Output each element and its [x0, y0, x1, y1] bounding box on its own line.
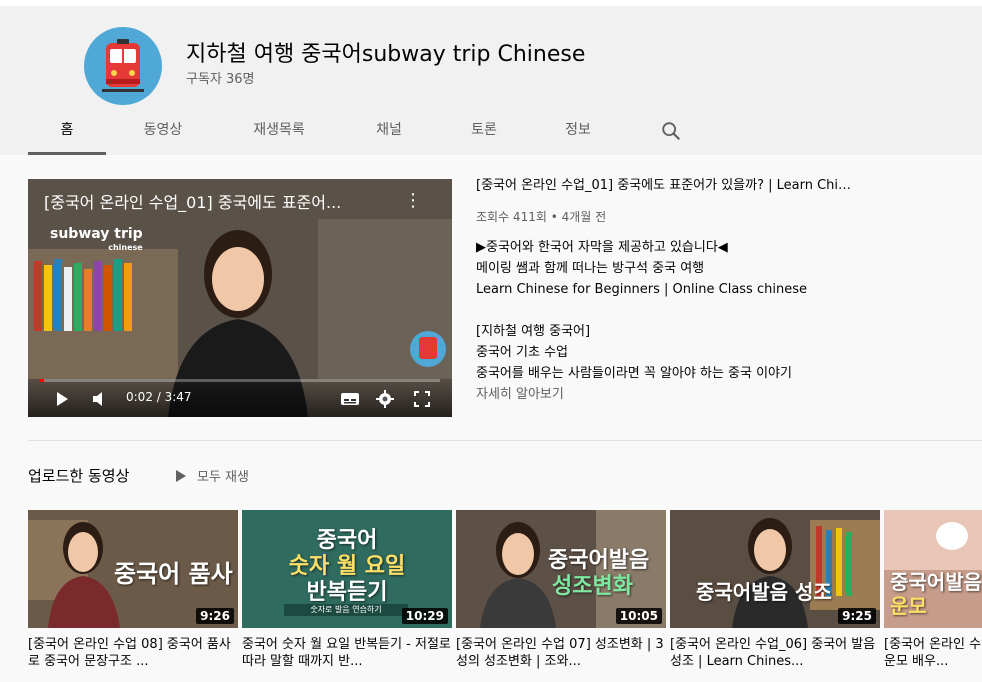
- tab-playlists[interactable]: 재생목록: [238, 106, 320, 155]
- read-more-link[interactable]: 자세히 알아보기: [476, 384, 896, 405]
- video-card[interactable]: 중국어발음 운모 [중국어 온라인 수업 05] 중국어 발음 운모 배우...: [884, 510, 982, 670]
- video-thumbnail[interactable]: 중국어발음 성조 9:25: [670, 510, 880, 628]
- duration-badge: 10:05: [615, 608, 662, 624]
- description-line: ▶중국어와 한국어 자막을 제공하고 있습니다◀: [476, 240, 728, 255]
- play-icon[interactable]: [54, 391, 70, 407]
- channel-avatar[interactable]: [84, 27, 162, 105]
- play-all-label: 모두 재생: [197, 470, 249, 485]
- video-title[interactable]: [중국어 온라인 수업 08] 중국어 품사로 중국어 문장구조 ...: [28, 636, 238, 670]
- tab-home[interactable]: 홈: [28, 106, 106, 155]
- video-title[interactable]: [중국어 온라인 수업 07] 성조변화 | 3성의 성조변화 | 조와...: [456, 636, 666, 670]
- thumbnail-caption: 중국어발음 성조: [696, 580, 832, 604]
- description-line: 중국어를 배우는 사람들이라면 꼭 알아야 하는 중국 이야기: [476, 366, 792, 381]
- thumbnail-subcaption: 숫자로 발음 연습하기: [284, 604, 408, 616]
- fullscreen-icon[interactable]: [414, 391, 430, 407]
- thumbnail-caption: 반복듣기: [306, 580, 388, 605]
- featured-description: [중국어 온라인 수업_01] 중국에도 표준어가 있을까? | Learn C…: [476, 177, 896, 405]
- subtitles-icon[interactable]: [340, 391, 360, 407]
- video-title[interactable]: [중국어 온라인 수업_06] 중국어 발음 성조 | Learn Chines…: [670, 636, 880, 670]
- video-thumbnail[interactable]: 중국어 품사 9:26: [28, 510, 238, 628]
- player-title: [중국어 온라인 수업_01] 중국에도 표준어...: [44, 193, 342, 212]
- train-icon: [84, 27, 162, 105]
- description-line: [지하철 여행 중국어]: [476, 324, 591, 339]
- tab-videos[interactable]: 동영상: [122, 106, 204, 155]
- description-line: 메이링 쌤과 함께 떠나는 방구석 중국 여행: [476, 261, 705, 276]
- tab-discussion[interactable]: 토론: [454, 106, 514, 155]
- channel-watermark: subway trip chinese: [50, 226, 143, 252]
- description-line: [476, 300, 896, 321]
- tab-channels[interactable]: 채널: [358, 106, 420, 155]
- thumbnail-caption: 중국어 품사: [114, 560, 233, 588]
- progress-fill: [40, 379, 44, 382]
- more-vert-icon[interactable]: ⋮: [404, 189, 422, 213]
- play-all-button[interactable]: 모두 재생: [175, 466, 249, 485]
- description-line: 중국어 기초 수업: [476, 345, 568, 360]
- video-card[interactable]: 중국어 숫자 월 요일 반복듣기 숫자로 발음 연습하기 10:29 중국어 숫…: [242, 510, 452, 670]
- section-divider: [28, 440, 982, 441]
- channel-tabs: 홈 동영상 재생목록 채널 토론 정보: [28, 106, 728, 155]
- subscriber-count: 구독자 36명: [186, 72, 255, 87]
- video-thumbnail[interactable]: 중국어 숫자 월 요일 반복듣기 숫자로 발음 연습하기 10:29: [242, 510, 452, 628]
- duration-badge: 9:25: [838, 608, 876, 624]
- video-card[interactable]: 중국어발음 성조 9:25 [중국어 온라인 수업_06] 중국어 발음 성조 …: [670, 510, 880, 670]
- video-card[interactable]: 중국어 품사 9:26 [중국어 온라인 수업 08] 중국어 품사로 중국어 …: [28, 510, 238, 670]
- featured-title[interactable]: [중국어 온라인 수업_01] 중국에도 표준어가 있을까? | Learn C…: [476, 177, 886, 195]
- description-line: Learn Chinese for Beginners | Online Cla…: [476, 282, 807, 297]
- search-icon[interactable]: [660, 120, 682, 142]
- featured-video-player[interactable]: [중국어 온라인 수업_01] 중국에도 표준어... ⋮ subway tri…: [28, 179, 452, 417]
- duration-badge: 10:29: [401, 608, 448, 624]
- video-thumbnail[interactable]: 중국어발음 운모: [884, 510, 982, 628]
- volume-icon[interactable]: [92, 391, 110, 407]
- uploads-shelf-title[interactable]: 업로드한 동영상: [28, 465, 129, 486]
- tab-about[interactable]: 정보: [550, 106, 606, 155]
- time-display: 0:02 / 3:47: [126, 390, 192, 404]
- featured-meta: 조회수 411회 • 4개월 전: [476, 210, 607, 224]
- video-title[interactable]: [중국어 온라인 수업 05] 중국어 발음 운모 배우...: [884, 636, 982, 670]
- duration-badge: 9:26: [196, 608, 234, 624]
- video-card[interactable]: 중국어발음 성조변화 10:05 [중국어 온라인 수업 07] 성조변화 | …: [456, 510, 666, 670]
- thumbnail-caption: 성조변화: [552, 574, 633, 599]
- channel-name: 지하철 여행 중국어subway trip Chinese: [186, 42, 586, 67]
- progress-bar[interactable]: [40, 379, 440, 382]
- video-thumbnail[interactable]: 중국어발음 성조변화 10:05: [456, 510, 666, 628]
- video-title[interactable]: 중국어 숫자 월 요일 반복듣기 - 저절로 따라 말할 때까지 반...: [242, 636, 452, 670]
- settings-gear-icon[interactable]: [376, 390, 394, 408]
- thumbnail-caption: 운모: [890, 594, 927, 618]
- play-all-icon: [176, 470, 186, 482]
